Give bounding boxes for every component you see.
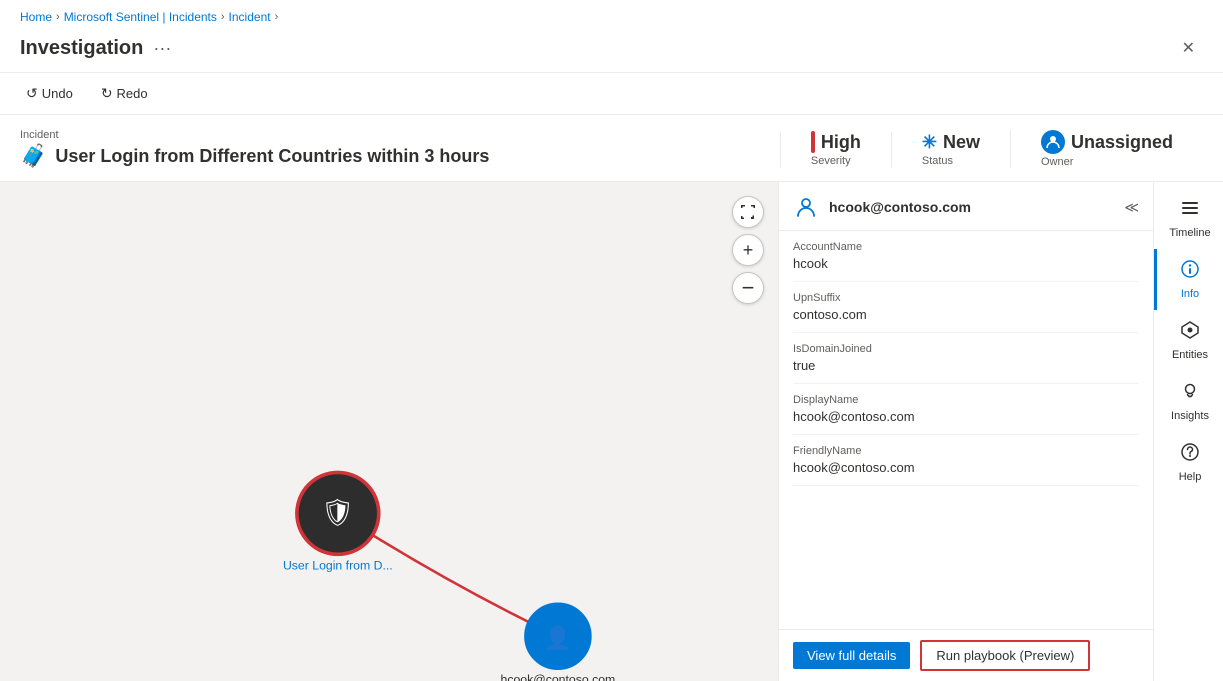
svg-text:User Login from D...: User Login from D... — [283, 559, 393, 573]
graph-area[interactable]: 🛡 👤 User Login from D... hcook@contoso.c… — [0, 182, 778, 681]
redo-button[interactable]: ↻ Redo — [95, 81, 154, 106]
field-value: hcook@contoso.com — [793, 409, 1139, 424]
detail-panel-title: hcook@contoso.com — [829, 199, 971, 215]
undo-label: Undo — [42, 86, 73, 101]
status-value: ✳ New — [922, 132, 980, 153]
sidebar-item-entities[interactable]: Entities — [1154, 310, 1223, 371]
ellipsis-menu[interactable]: ··· — [153, 38, 171, 59]
field-value: true — [793, 358, 1139, 373]
incident-header: Incident 🧳 User Login from Different Cou… — [0, 115, 1223, 182]
field-label: FriendlyName — [793, 445, 1139, 457]
undo-button[interactable]: ↺ Undo — [20, 81, 79, 106]
incident-icon: 🧳 — [20, 143, 47, 169]
svg-text:🛡: 🛡 — [321, 498, 355, 528]
field-label: AccountName — [793, 241, 1139, 253]
detail-footer: View full details Run playbook (Preview) — [779, 629, 1153, 681]
undo-icon: ↺ — [26, 85, 38, 102]
graph-controls: + − — [732, 196, 764, 304]
incident-title-text: User Login from Different Countries with… — [55, 146, 489, 167]
detail-panel: hcook@contoso.com ≪ AccountName hcookUpn… — [778, 182, 1153, 681]
sidebar-item-timeline[interactable]: Timeline — [1154, 188, 1223, 249]
sidebar-label-info: Info — [1181, 288, 1199, 300]
detail-field: AccountName hcook — [793, 231, 1139, 282]
breadcrumb-sep-1: › — [56, 11, 60, 23]
owner-value: Unassigned — [1041, 130, 1173, 154]
help-icon — [1180, 442, 1200, 468]
severity-value: High — [811, 131, 861, 153]
toolbar: ↺ Undo ↻ Redo — [0, 73, 1223, 115]
owner-label: Owner — [1041, 156, 1073, 168]
main-content: 🛡 👤 User Login from D... hcook@contoso.c… — [0, 182, 1223, 681]
zoom-in-button[interactable]: + — [732, 234, 764, 266]
svg-text:hcook@contoso.com: hcook@contoso.com — [501, 672, 616, 681]
detail-field: IsDomainJoined true — [793, 333, 1139, 384]
sidebar-item-info[interactable]: Info — [1154, 249, 1223, 310]
redo-icon: ↻ — [101, 85, 113, 102]
severity-block: High Severity — [780, 131, 891, 167]
status-spinner-icon: ✳ — [922, 132, 937, 153]
field-label: DisplayName — [793, 394, 1139, 406]
timeline-icon — [1180, 198, 1200, 224]
redo-label: Redo — [117, 86, 148, 101]
field-value: hcook@contoso.com — [793, 460, 1139, 475]
owner-block: Unassigned Owner — [1010, 130, 1203, 168]
field-label: UpnSuffix — [793, 292, 1139, 304]
status-block: ✳ New Status — [891, 132, 1010, 167]
investigation-graph[interactable]: 🛡 👤 User Login from D... hcook@contoso.c… — [0, 182, 778, 681]
entities-icon — [1180, 320, 1200, 346]
page-title: Investigation — [20, 37, 143, 60]
sidebar-item-insights[interactable]: Insights — [1154, 371, 1223, 432]
detail-header: hcook@contoso.com ≪ — [779, 182, 1153, 231]
incident-title: 🧳 User Login from Different Countries wi… — [20, 143, 780, 169]
close-button[interactable]: ✕ — [1174, 34, 1203, 62]
title-bar: Investigation ··· ✕ — [0, 30, 1223, 73]
view-full-details-button[interactable]: View full details — [793, 642, 910, 669]
zoom-out-button[interactable]: − — [732, 272, 764, 304]
detail-body: AccountName hcookUpnSuffix contoso.comIs… — [779, 231, 1153, 629]
incident-label: Incident — [20, 129, 780, 141]
detail-expand-button[interactable]: ≪ — [1124, 199, 1139, 216]
run-playbook-button[interactable]: Run playbook (Preview) — [920, 640, 1090, 671]
incident-title-block: Incident 🧳 User Login from Different Cou… — [20, 129, 780, 169]
detail-field: DisplayName hcook@contoso.com — [793, 384, 1139, 435]
status-label: Status — [922, 155, 953, 167]
breadcrumb-sep-3: › — [275, 11, 279, 23]
svg-text:👤: 👤 — [544, 624, 572, 650]
right-sidebar: Timeline Info Entities Insights Help — [1153, 182, 1223, 681]
fullscreen-button[interactable] — [732, 196, 764, 228]
breadcrumb-home[interactable]: Home — [20, 10, 52, 24]
detail-field: FriendlyName hcook@contoso.com — [793, 435, 1139, 486]
sidebar-item-help[interactable]: Help — [1154, 432, 1223, 493]
field-value: contoso.com — [793, 307, 1139, 322]
severity-bar-icon — [811, 131, 815, 153]
detail-user-icon — [793, 194, 819, 220]
field-value: hcook — [793, 256, 1139, 271]
breadcrumb: Home › Microsoft Sentinel | Incidents › … — [0, 0, 1223, 30]
field-label: IsDomainJoined — [793, 343, 1139, 355]
sidebar-label-timeline: Timeline — [1169, 227, 1210, 239]
info-icon — [1180, 259, 1200, 285]
owner-avatar-icon — [1041, 130, 1065, 154]
detail-field: UpnSuffix contoso.com — [793, 282, 1139, 333]
sidebar-label-insights: Insights — [1171, 410, 1209, 422]
insights-icon — [1180, 381, 1200, 407]
severity-label: Severity — [811, 155, 851, 167]
breadcrumb-sep-2: › — [221, 11, 225, 23]
breadcrumb-sentinel[interactable]: Microsoft Sentinel | Incidents — [64, 10, 217, 24]
breadcrumb-incident[interactable]: Incident — [229, 10, 271, 24]
sidebar-label-help: Help — [1179, 471, 1202, 483]
sidebar-label-entities: Entities — [1172, 349, 1208, 361]
